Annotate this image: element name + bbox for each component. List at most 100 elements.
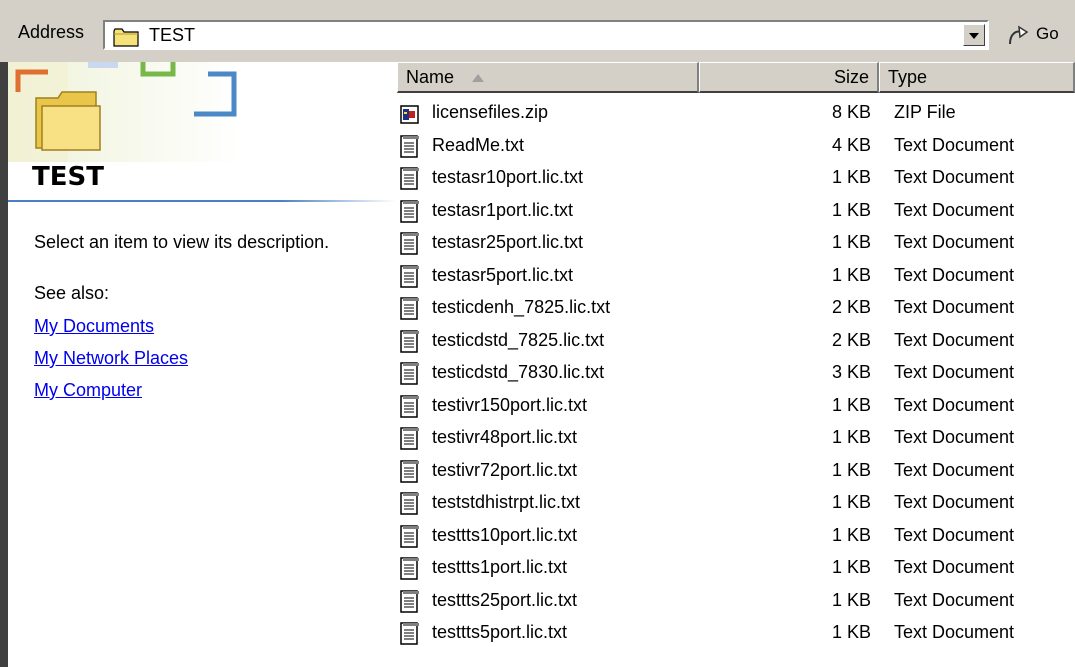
file-row[interactable]: licensefiles.zip 8 KB ZIP File [397,99,1075,132]
link-my-computer[interactable]: My Computer [34,380,142,401]
file-type: Text Document [894,297,1015,317]
file-type: Text Document [894,557,1015,577]
file-name: testasr25port.lic.txt [432,232,584,252]
file-size: 1 KB [831,199,871,220]
text-document-icon [400,134,420,159]
go-button[interactable]: Go [1003,20,1069,50]
folder-icon [113,27,139,52]
pane-border [0,62,8,667]
text-document-icon [400,329,420,354]
file-rows: licensefiles.zip 8 KB ZIP File ReadMe.txt 4 … [397,99,1075,652]
file-size: 1 KB [831,492,871,512]
text-document-icon [400,264,420,289]
file-name: testicdstd_7825.lic.txt [432,329,605,350]
file-row[interactable]: testicdstd_7830.lic.txt 3 KB Text Document [397,359,1075,392]
file-name: testtts10port.lic.txt [432,524,578,545]
file-name: ReadMe.txt [432,134,525,155]
file-type: Text Document [894,394,1015,415]
text-document-icon [400,427,420,451]
column-header-name[interactable]: Name [397,62,699,93]
file-type: Text Document [894,329,1015,350]
address-dropdown-button[interactable] [963,24,985,46]
file-size: 4 KB [831,134,871,155]
file-row[interactable]: ReadMe.txt 4 KB Text Document [397,132,1075,165]
file-type: ZIP File [894,102,956,122]
file-type: Text Document [894,134,1015,155]
web-view-panel: TEST Select an item to view its descript… [8,62,400,667]
file-size: 1 KB [831,524,871,545]
file-size: 2 KB [831,329,871,350]
file-type: Text Document [894,524,1015,545]
file-row[interactable]: testivr150port.lic.txt 1 KB Text Document [397,392,1075,425]
file-type: Text Document [894,232,1015,252]
file-type: Text Document [894,459,1015,480]
text-document-icon [400,589,420,614]
file-size: 1 KB [831,459,871,480]
file-name: testasr1port.lic.txt [432,199,574,220]
file-size: 1 KB [831,394,871,415]
address-label: Address [18,22,85,42]
text-document-icon [400,459,420,484]
file-row[interactable]: testasr10port.lic.txt 1 KB Text Document [397,164,1075,197]
file-size: 1 KB [831,167,871,187]
file-name: testtts25port.lic.txt [432,589,578,610]
file-row[interactable]: testivr72port.lic.txt 1 KB Text Document [397,457,1075,490]
file-list: Name Size Type licensefiles.zip 8 KB ZIP F… [397,62,1075,667]
file-type: Text Document [894,622,1015,642]
text-document-icon [400,557,420,581]
file-row[interactable]: testasr5port.lic.txt 1 KB Text Document [397,262,1075,295]
file-name: testivr150port.lic.txt [432,394,588,415]
go-arrow-icon [1006,24,1032,51]
text-document-icon [400,297,420,321]
file-row[interactable]: testicdstd_7825.lic.txt 2 KB Text Document [397,327,1075,360]
file-name: testasr5port.lic.txt [432,264,574,285]
folder-view: TEST Select an item to view its descript… [0,62,1075,667]
file-name: testtts1port.lic.txt [432,557,568,577]
text-document-icon [400,167,420,191]
file-name: licensefiles.zip [432,102,549,122]
file-size: 1 KB [831,557,871,577]
file-size: 1 KB [831,589,871,610]
column-header-type[interactable]: Type [879,62,1075,93]
zip-file-icon [400,102,420,126]
file-type: Text Document [894,427,1015,447]
file-row[interactable]: testtts10port.lic.txt 1 KB Text Document [397,522,1075,555]
file-type: Text Document [894,362,1015,382]
file-name: testicdstd_7830.lic.txt [432,362,605,382]
file-name: testtts5port.lic.txt [432,622,568,642]
link-my-network-places[interactable]: My Network Places [34,348,188,369]
go-label: Go [1036,24,1059,43]
file-row[interactable]: testtts1port.lic.txt 1 KB Text Document [397,554,1075,587]
file-size: 3 KB [831,362,871,382]
text-document-icon [400,524,420,549]
text-document-icon [400,622,420,646]
file-row[interactable]: testasr1port.lic.txt 1 KB Text Document [397,197,1075,230]
column-header-name-label: Name [406,67,455,87]
file-type: Text Document [894,199,1015,220]
file-row[interactable]: teststdhistrpt.lic.txt 1 KB Text Document [397,489,1075,522]
file-row[interactable]: testtts25port.lic.txt 1 KB Text Document [397,587,1075,620]
address-field[interactable]: TEST [103,20,989,50]
file-row[interactable]: testicdenh_7825.lic.txt 2 KB Text Document [397,294,1075,327]
text-document-icon [400,199,420,224]
file-size: 1 KB [831,622,871,642]
file-size: 8 KB [831,102,871,122]
file-size: 1 KB [831,427,871,447]
link-my-documents[interactable]: My Documents [34,316,154,337]
column-header-size[interactable]: Size [699,62,879,93]
description-text: Select an item to view its description. [34,232,330,252]
address-bar: Address TEST Go [0,0,1075,62]
title-divider [8,200,396,202]
text-document-icon [400,394,420,419]
text-document-icon [400,362,420,386]
file-row[interactable]: testasr25port.lic.txt 1 KB Text Document [397,229,1075,262]
sort-ascending-icon [472,74,485,83]
file-name: testivr48port.lic.txt [432,427,578,447]
file-row[interactable]: testtts5port.lic.txt 1 KB Text Document [397,619,1075,652]
file-row[interactable]: testivr48port.lic.txt 1 KB Text Document [397,424,1075,457]
text-document-icon [400,232,420,256]
file-name: teststdhistrpt.lic.txt [432,492,581,512]
folder-banner-graphic [8,62,400,162]
file-size: 1 KB [831,264,871,285]
file-type: Text Document [894,589,1015,610]
